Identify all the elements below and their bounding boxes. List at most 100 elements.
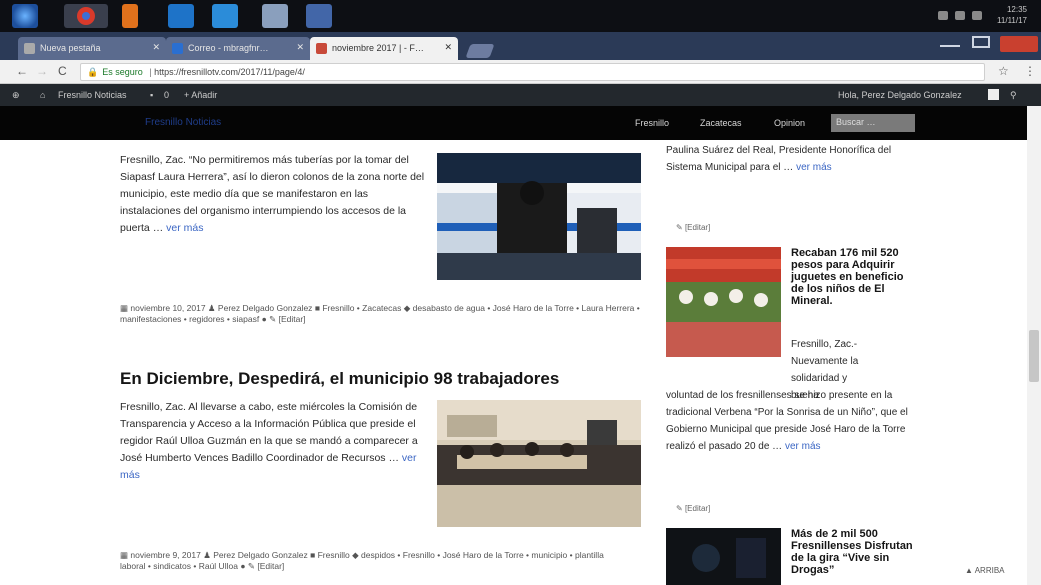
tray-arrow-icon[interactable]	[938, 11, 948, 20]
pencil-icon: ✎	[269, 314, 277, 324]
wordpress-logo-icon[interactable]: ⊕	[12, 90, 20, 101]
reload-icon[interactable]: C	[58, 64, 67, 78]
post-title[interactable]: En Diciembre, Despedirá, el municipio 98…	[120, 369, 559, 389]
author-icon: ♟	[203, 550, 211, 560]
meeting-photo-icon	[437, 400, 641, 527]
chrome-icon	[77, 7, 95, 25]
tab-label: Correo - mbragfnr…	[188, 43, 269, 53]
admin-greeting[interactable]: Hola, Perez Delgado Gonzalez	[838, 90, 962, 100]
sidebar-excerpt: Paulina Suárez del Real, Presidente Hono…	[666, 142, 910, 176]
tab-label: noviembre 2017 | - F…	[332, 43, 424, 53]
pencil-icon: ✎	[676, 223, 683, 232]
minimize-button[interactable]	[940, 36, 960, 47]
new-content-link[interactable]: + Añadir	[184, 90, 217, 100]
close-window-button[interactable]	[1000, 36, 1038, 52]
edit-link[interactable]: [Editar]	[279, 314, 306, 324]
tab-mail[interactable]: Correo - mbragfnr… ✕	[166, 37, 310, 60]
start-icon[interactable]	[12, 4, 38, 28]
wp-admin-bar: ⊕ ⌂ Fresnillo Noticias ▪ 0 + Añadir Hola…	[0, 84, 1041, 106]
back-to-top-button[interactable]: ▲ ARRIBA	[965, 566, 1004, 575]
url-text: https://fresnillotv.com/2017/11/page/4/	[154, 67, 305, 77]
folder-icon: ■	[314, 303, 320, 313]
browser-toolbar: ← → C 🔒 Es seguro | https://fresnillotv.c…	[0, 60, 1041, 84]
maximize-button[interactable]	[972, 36, 990, 48]
home-icon[interactable]: ⌂	[40, 90, 45, 100]
admin-search-icon[interactable]: ⚲	[1010, 90, 1017, 101]
edit-link[interactable]: [Editar]	[685, 504, 710, 513]
protest-photo-icon	[437, 153, 641, 280]
post-author[interactable]: Perez Delgado Gonzalez	[213, 550, 308, 560]
menu-item-zacatecas[interactable]: Zacatecas	[700, 118, 742, 128]
main-content: Fresnillo, Zac. “No permitiremos más tub…	[0, 140, 1041, 585]
close-tab-icon[interactable]: ✕	[444, 42, 452, 53]
read-more-link[interactable]: ver más	[166, 222, 203, 234]
sidebar-edit[interactable]: ✎ [Editar]	[676, 504, 710, 513]
system-clock[interactable]: 12:35 11/11/17	[997, 4, 1027, 26]
pencil-icon: ✎	[247, 561, 255, 571]
secure-label: Es seguro	[102, 67, 143, 77]
tab-new-tab[interactable]: Nueva pestaña ✕	[18, 37, 166, 60]
post-excerpt: Fresnillo, Zac. “No permitiremos más tub…	[120, 152, 425, 237]
post-categories[interactable]: Fresnillo • Zacatecas	[322, 303, 401, 313]
read-more-link[interactable]: ver más	[796, 162, 832, 173]
menu-dots-icon[interactable]: ⋮	[1024, 64, 1036, 78]
clock-date: 11/11/17	[997, 16, 1027, 25]
clock-time: 12:35	[1006, 5, 1027, 14]
post-date[interactable]: noviembre 10, 2017	[130, 303, 205, 313]
scrollbar-thumb[interactable]	[1029, 330, 1039, 382]
tab-strip: Nueva pestaña ✕ Correo - mbragfnr… ✕ nov…	[0, 32, 1041, 60]
tab-favicon	[24, 43, 35, 54]
forward-icon[interactable]: →	[36, 64, 48, 78]
tag-icon: ◆	[403, 303, 411, 313]
calendar-icon: ▦	[120, 303, 129, 313]
edit-link[interactable]: [Editar]	[257, 561, 284, 571]
comment-icon[interactable]: ▪	[150, 90, 153, 100]
volume-icon[interactable]	[972, 11, 982, 20]
sidebar-edit[interactable]: ✎ [Editar]	[676, 223, 710, 232]
tab-label: Nueva pestaña	[40, 43, 101, 53]
post-author[interactable]: Perez Delgado Gonzalez	[218, 303, 313, 313]
post-thumbnail[interactable]	[437, 400, 641, 527]
concert-photo-icon	[666, 528, 781, 585]
sidebar-thumbnail[interactable]	[666, 528, 781, 585]
bookmark-star-icon[interactable]: ☆	[998, 64, 1009, 78]
site-brand[interactable]: Fresnillo Noticias	[145, 117, 221, 128]
post-meta: ▦ noviembre 10, 2017 ♟ Perez Delgado Gon…	[120, 303, 640, 325]
post-date[interactable]: noviembre 9, 2017	[130, 550, 200, 560]
tab-favicon	[316, 43, 327, 54]
search-input[interactable]: Buscar …	[831, 114, 915, 132]
edit-link[interactable]: [Editar]	[685, 223, 710, 232]
tab-current[interactable]: noviembre 2017 | - F… ✕	[310, 37, 458, 60]
author-icon: ♟	[207, 303, 216, 313]
post-meta: ▦ noviembre 9, 2017 ♟ Perez Delgado Gonz…	[120, 550, 630, 572]
menu-item-opinion[interactable]: Opinion	[774, 118, 805, 128]
menu-item-fresnillo[interactable]: Fresnillo	[635, 118, 669, 128]
admin-site-link[interactable]: Fresnillo Noticias	[58, 90, 127, 100]
avatar[interactable]	[988, 89, 999, 100]
sidebar-story-text: voluntad de los fresnillenses se hizo pr…	[666, 387, 916, 455]
network-icon[interactable]	[955, 11, 965, 20]
folder-icon[interactable]	[262, 4, 288, 28]
word-icon[interactable]	[306, 4, 332, 28]
sidebar-thumbnail[interactable]	[666, 247, 781, 357]
post-thumbnail[interactable]	[437, 153, 641, 280]
event-photo-icon	[666, 247, 781, 357]
sidebar-story-title[interactable]: Recaban 176 mil 520 pesos para Adquirir …	[791, 247, 919, 307]
skype-icon[interactable]	[212, 4, 238, 28]
address-bar[interactable]: 🔒 Es seguro | https://fresnillotv.com/201…	[80, 63, 985, 81]
new-tab-button[interactable]	[465, 44, 495, 58]
sidebar-story-title[interactable]: Más de 2 mil 500 Fresnillenses Disfrutan…	[791, 528, 919, 576]
close-tab-icon[interactable]: ✕	[296, 42, 304, 53]
chrome-taskbar-icon[interactable]	[64, 4, 108, 28]
read-more-link[interactable]: ver más	[785, 441, 821, 452]
sidebar-excerpt-text: Paulina Suárez del Real, Presidente Hono…	[666, 145, 892, 173]
comments-count[interactable]: 0	[164, 90, 169, 100]
media-player-icon[interactable]	[122, 4, 138, 28]
back-icon[interactable]: ←	[16, 64, 28, 78]
post-excerpt: Fresnillo, Zac. Al llevarse a cabo, este…	[120, 399, 425, 484]
close-tab-icon[interactable]: ✕	[152, 42, 160, 53]
post-categories[interactable]: Fresnillo	[318, 550, 350, 560]
ie-icon[interactable]	[168, 4, 194, 28]
lock-icon: 🔒	[87, 67, 99, 77]
taskbar: 12:35 11/11/17	[0, 0, 1041, 32]
